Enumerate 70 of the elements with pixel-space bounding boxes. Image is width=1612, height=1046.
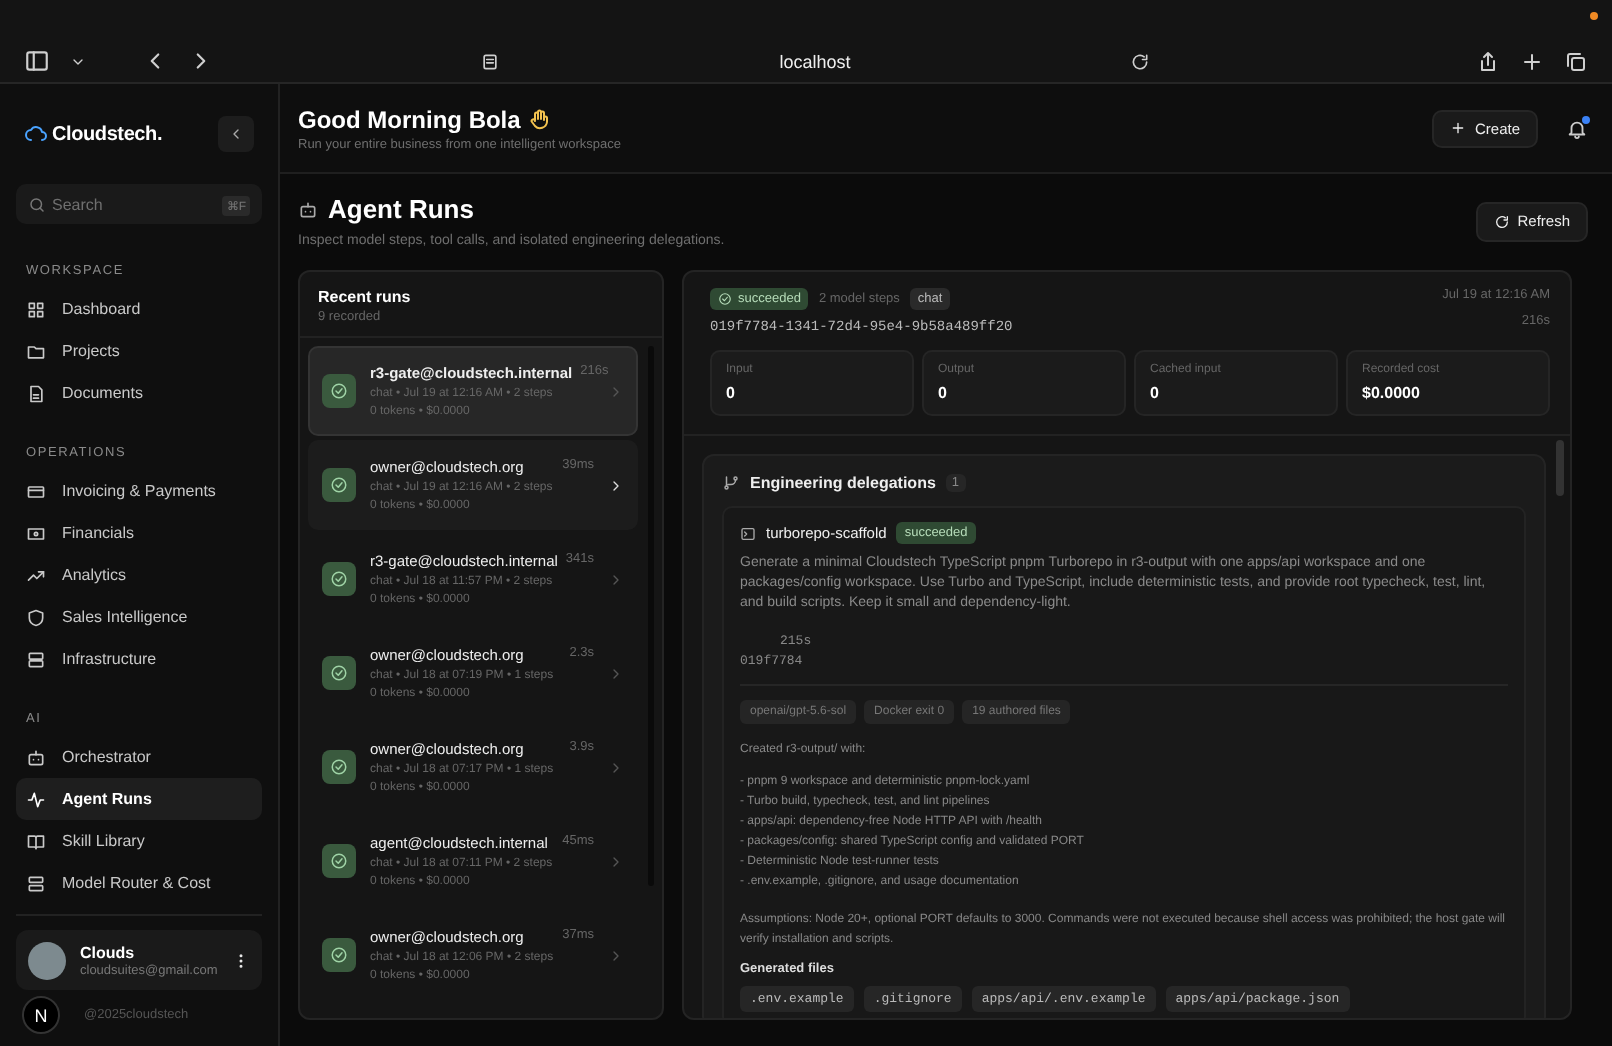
terminal-icon: [740, 525, 756, 541]
stat-value: 0: [938, 384, 949, 402]
refresh-icon: [1493, 213, 1510, 229]
sidebar-item[interactable]: Projects: [16, 330, 262, 372]
waving-hand-icon: [528, 107, 553, 131]
logo: Cloudstech.: [52, 123, 163, 145]
folder-icon: [26, 341, 46, 361]
sidebar-item[interactable]: Sales Intelligence: [16, 596, 262, 638]
sidebar-item[interactable]: Skill Library: [16, 820, 262, 862]
notification-dot: [1590, 12, 1598, 20]
address-bar[interactable]: localhost: [779, 51, 851, 71]
bell-icon: [1566, 117, 1588, 139]
check-circle-icon: [330, 852, 348, 870]
sidebar-item[interactable]: Dashboard: [16, 288, 262, 330]
share-icon: [1476, 49, 1500, 73]
chevron-right-icon: [608, 853, 624, 869]
branch-icon: [722, 474, 740, 492]
check-circle-icon: [330, 476, 348, 494]
sidebar-item[interactable]: Documents: [16, 372, 262, 414]
trend-icon: [26, 565, 46, 585]
page-title: Agent Runs: [328, 194, 474, 224]
pulse-icon: [26, 789, 46, 809]
grid-icon: [26, 299, 46, 319]
chevron-right-icon: [608, 383, 624, 399]
collapse-button[interactable]: [218, 116, 254, 152]
sidebar-item[interactable]: Invoicing & Payments: [16, 470, 262, 512]
chevron-right-icon: [608, 759, 624, 775]
check-circle-icon: [330, 758, 348, 776]
chevron-right-icon: [608, 947, 624, 963]
card-icon: [26, 481, 46, 501]
sidebar-item[interactable]: Orchestrator: [16, 736, 262, 778]
robot-icon: [26, 747, 46, 767]
robot-icon: [298, 199, 318, 219]
document-icon: [26, 383, 46, 403]
stat-value: 0: [726, 384, 737, 402]
check-circle-icon: [330, 382, 348, 400]
check-circle-icon: [330, 664, 348, 682]
chevron-right-icon: [608, 477, 624, 493]
reload-icon: [1130, 51, 1151, 71]
chevron-right-icon: [608, 665, 624, 681]
tab-icon: [479, 51, 500, 71]
sidebar-item[interactable]: Agent Runs: [16, 778, 262, 820]
avatar: [28, 941, 66, 979]
stat-value: 0: [1150, 384, 1161, 402]
cloud-logo-icon: [24, 122, 48, 146]
banknote-icon: [26, 523, 46, 543]
check-circle-icon: [330, 570, 348, 588]
notification-dot: [1582, 115, 1590, 123]
tabs-icon: [1564, 49, 1588, 73]
sidebar-item[interactable]: Infrastructure: [16, 638, 262, 680]
chevron-right-icon: [608, 571, 624, 587]
search-icon: [28, 195, 46, 213]
chevron-left-icon: [228, 126, 244, 142]
plus-icon: [1450, 120, 1467, 136]
sidebar-item[interactable]: Model Router & Cost: [16, 862, 262, 904]
check-circle-icon: [718, 292, 732, 306]
greeting: Good Morning Bola: [298, 105, 521, 133]
section-title: Engineering delegations: [750, 474, 936, 492]
new-tab-icon: [1520, 49, 1544, 73]
sidebar-item[interactable]: Analytics: [16, 554, 262, 596]
letter-badge: N: [22, 996, 60, 1034]
check-circle-icon: [330, 946, 348, 964]
user-name: Clouds: [80, 943, 137, 961]
sidebar-icon: [24, 48, 50, 74]
panel-title: Recent runs: [318, 288, 413, 306]
stat-value: $0.0000: [1362, 384, 1422, 402]
sidebar-item[interactable]: Financials: [16, 512, 262, 554]
book-icon: [26, 831, 46, 851]
shield-icon: [26, 607, 46, 627]
server-icon: [26, 649, 46, 669]
